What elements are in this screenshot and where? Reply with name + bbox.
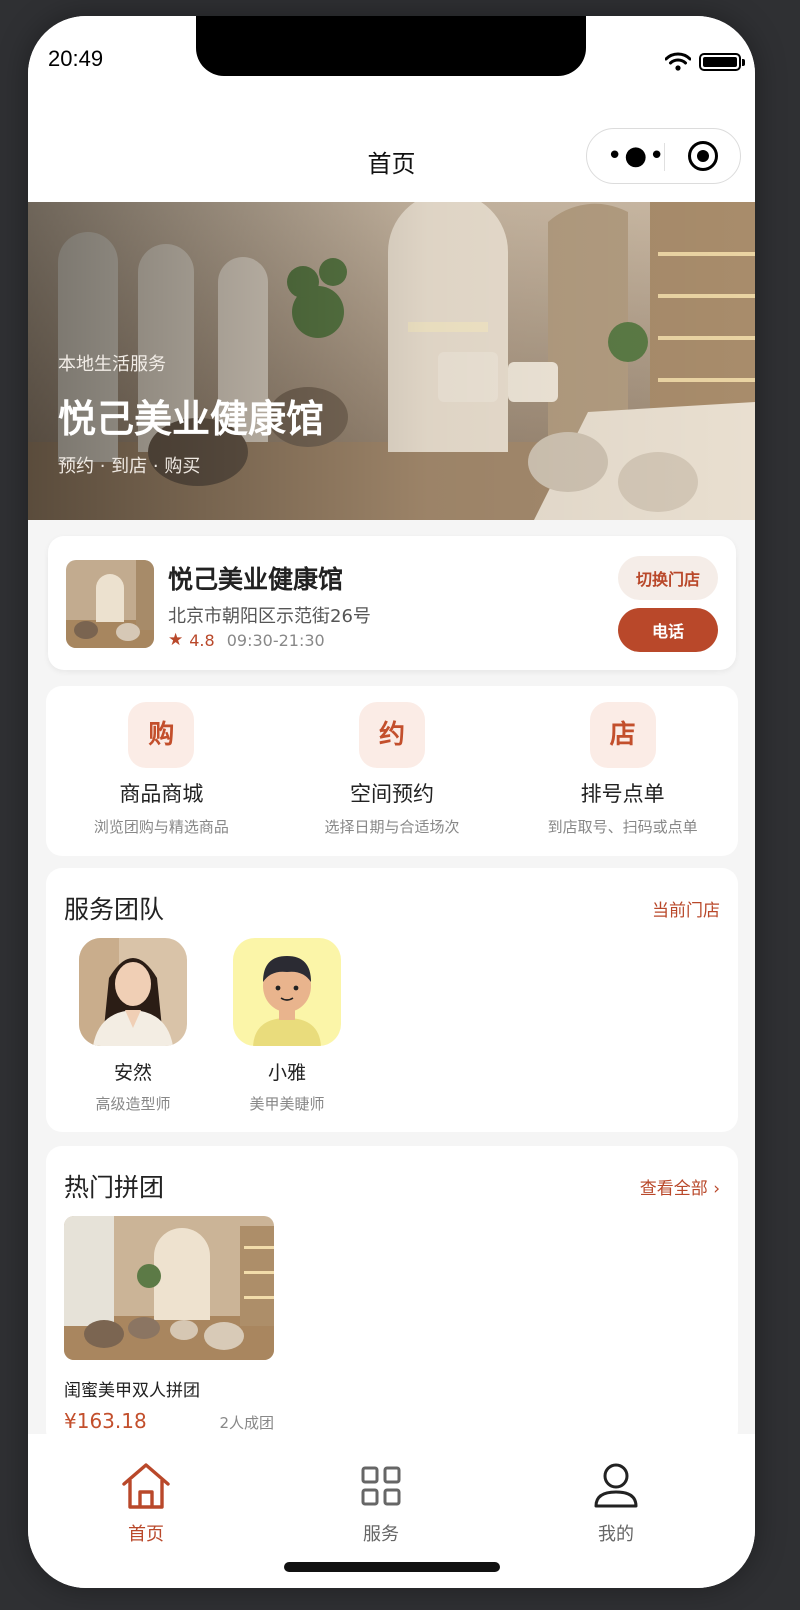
shop-icon: 购	[128, 702, 195, 768]
entry-shop[interactable]: 购 商品商城 浏览团购与精选商品	[46, 686, 277, 856]
star-icon: ★	[168, 630, 184, 650]
section-title: 服务团队	[64, 895, 165, 924]
wifi-icon	[665, 52, 691, 71]
capsule-divider	[664, 143, 665, 171]
tab-bar: 首页 服务 我的	[28, 1434, 755, 1588]
member-role: 美甲美睫师	[249, 1095, 325, 1113]
more-dots-icon[interactable]: •●•	[607, 143, 666, 169]
member-role: 高级造型师	[95, 1095, 171, 1113]
entry-label: 排号点单	[580, 782, 665, 806]
avatar	[79, 938, 187, 1046]
deal-price-row: ¥163.18 2人成团	[64, 1409, 274, 1433]
team-member[interactable]: 安然 高级造型师	[78, 938, 188, 1114]
tab-label: 我的	[598, 1524, 634, 1545]
target-icon[interactable]	[688, 141, 718, 171]
home-icon	[122, 1463, 170, 1509]
store-address: 北京市朝阳区示范街26号	[168, 606, 371, 627]
notch	[196, 16, 586, 76]
user-icon	[594, 1463, 638, 1508]
entry-desc: 选择日期与合适场次	[324, 818, 460, 836]
tab-label: 服务	[363, 1524, 399, 1545]
mini-program-capsule: •●•	[586, 128, 741, 184]
tab-label: 首页	[128, 1524, 164, 1545]
team-member[interactable]: 小雅 美甲美睫师	[232, 938, 342, 1114]
entry-label: 商品商城	[119, 782, 204, 806]
hero-banner: 本地生活服务 悦己美业健康馆 预约 · 到店 · 购买	[28, 202, 755, 520]
phone-screen: 20:49 首页 •●• 本地生活服务 悦己美业健康馆 预约 · 到店 · 购买…	[28, 16, 755, 1588]
section-title: 热门拼团	[64, 1173, 165, 1202]
store-rating: 4.8	[189, 630, 215, 650]
deal-name: 闺蜜美甲双人拼团	[64, 1381, 200, 1401]
system-icons	[665, 52, 745, 72]
status-bar: 20:49	[28, 16, 755, 116]
tab-services[interactable]: 服务	[331, 1460, 431, 1546]
banner-subtitle: 本地生活服务	[58, 354, 166, 375]
deal-image	[64, 1216, 274, 1360]
entry-desc: 到店取号、扫码或点单	[547, 818, 698, 836]
tab-home[interactable]: 首页	[96, 1460, 196, 1546]
quick-entry-grid: 购 商品商城 浏览团购与精选商品 约 空间预约 选择日期与合适场次 店 排号点单…	[46, 686, 738, 856]
switch-store-button[interactable]: 切换门店	[618, 556, 718, 600]
deal-group-size: 2人成团	[219, 1414, 274, 1432]
status-time: 20:49	[48, 46, 104, 71]
banner-tags: 预约 · 到店 · 购买	[58, 456, 201, 477]
hot-group-buy-section: 热门拼团 查看全部 › 闺蜜美甲双人拼团 ¥163.18 2人成团	[46, 1146, 738, 1446]
entry-desc: 浏览团购与精选商品	[93, 818, 229, 836]
deal-price: ¥163.18	[64, 1409, 147, 1433]
store-icon: 店	[589, 702, 656, 768]
current-store-link[interactable]: 当前门店	[652, 896, 720, 921]
nav-bar: 首页 •●•	[28, 116, 755, 202]
entry-queue[interactable]: 店 排号点单 到店取号、扫码或点单	[507, 686, 738, 856]
store-card[interactable]: 悦己美业健康馆 北京市朝阳区示范街26号 ★ 4.8 09:30-21:30 切…	[48, 536, 736, 670]
member-name: 安然	[113, 1062, 152, 1084]
call-button[interactable]: 电话	[618, 608, 718, 652]
grid-icon	[361, 1466, 401, 1506]
store-name: 悦己美业健康馆	[168, 565, 344, 594]
banner-title: 悦己美业健康馆	[58, 397, 325, 441]
view-all-link[interactable]: 查看全部 ›	[640, 1174, 720, 1199]
service-team-section: 服务团队 当前门店 安然 高级造型师 小雅 美甲美睫师	[46, 868, 738, 1132]
deal-card[interactable]: 闺蜜美甲双人拼团 ¥163.18 2人成团	[64, 1216, 274, 1433]
battery-icon	[699, 53, 745, 71]
store-thumbnail	[66, 560, 154, 648]
entry-label: 空间预约	[350, 782, 434, 806]
booking-icon: 约	[359, 702, 425, 768]
store-hours: 09:30-21:30	[226, 630, 325, 650]
home-indicator	[284, 1562, 500, 1572]
tab-profile[interactable]: 我的	[566, 1460, 666, 1546]
store-meta: ★ 4.8 09:30-21:30	[168, 630, 325, 650]
entry-booking[interactable]: 约 空间预约 选择日期与合适场次	[277, 686, 508, 856]
avatar	[233, 938, 341, 1046]
member-name: 小雅	[267, 1062, 306, 1084]
